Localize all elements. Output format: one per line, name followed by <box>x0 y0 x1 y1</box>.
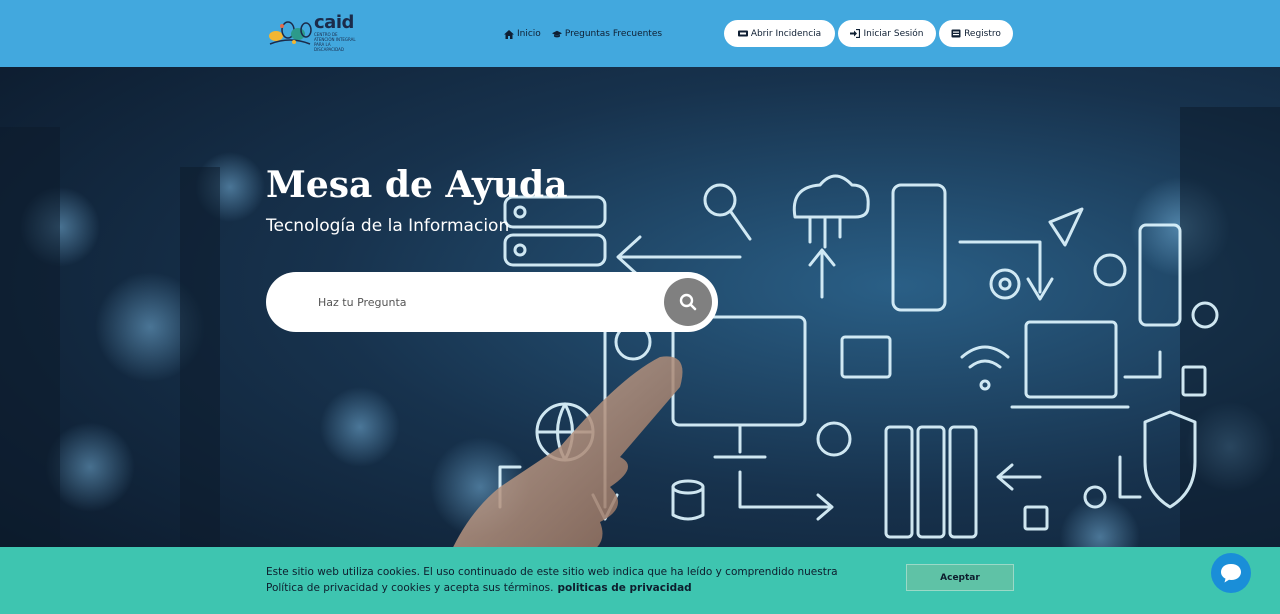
technology-network-illustration <box>0 107 1280 614</box>
hero-subtitle: Tecnología de la Informacion <box>266 216 510 236</box>
hero-banner: Mesa de Ayuda Tecnología de la Informaci… <box>0 67 1280 614</box>
search-button[interactable] <box>664 278 712 326</box>
nav-item-inicio[interactable]: Inicio <box>504 27 541 41</box>
chat-bubble-icon <box>1221 564 1241 583</box>
privacy-policy-link[interactable]: politicas de privacidad <box>557 582 691 594</box>
cookie-message: Este sitio web utiliza cookies. El uso c… <box>266 564 866 596</box>
sign-in-icon <box>850 29 861 38</box>
registro-button[interactable]: Registro <box>939 20 1013 47</box>
iniciar-sesion-button[interactable]: Iniciar Sesión <box>838 20 936 47</box>
search-input[interactable] <box>318 292 648 312</box>
nav-item-label: Inicio <box>517 29 541 39</box>
id-card-icon <box>951 29 961 38</box>
search-bar <box>266 272 718 332</box>
accept-cookies-button[interactable]: Aceptar <box>906 564 1014 591</box>
home-icon <box>504 29 514 39</box>
search-icon <box>679 293 697 311</box>
chat-button[interactable] <box>1211 553 1251 593</box>
caid-logo[interactable]: caid CENTRO DE ATENCIÓN INTEGRAL PARA LA… <box>268 12 368 54</box>
ticket-icon <box>737 30 748 37</box>
graduation-cap-icon <box>551 30 562 37</box>
abrir-incidencia-label: Abrir Incidencia <box>750 28 822 39</box>
iniciar-sesion-label: Iniciar Sesión <box>863 28 924 39</box>
nav-item-label: Preguntas Frecuentes <box>564 29 663 39</box>
hero-title: Mesa de Ayuda <box>266 164 568 206</box>
logo-mark-icon <box>269 21 312 45</box>
registro-label: Registro <box>964 28 1001 39</box>
brand-name: caid <box>314 12 354 33</box>
brand-tagline: CENTRO DE ATENCIÓN INTEGRAL PARA LA DISC… <box>314 32 356 52</box>
nav-item-preguntas-frecuentes[interactable]: Preguntas Frecuentes <box>551 27 663 41</box>
cookie-message-text: Este sitio web utiliza cookies. El uso c… <box>266 566 838 594</box>
cookie-consent-bar: Este sitio web utiliza cookies. El uso c… <box>0 547 1280 614</box>
top-header: caid CENTRO DE ATENCIÓN INTEGRAL PARA LA… <box>0 0 1280 67</box>
abrir-incidencia-button[interactable]: Abrir Incidencia <box>724 20 835 47</box>
main-nav: Inicio Preguntas Frecuentes <box>504 27 662 41</box>
